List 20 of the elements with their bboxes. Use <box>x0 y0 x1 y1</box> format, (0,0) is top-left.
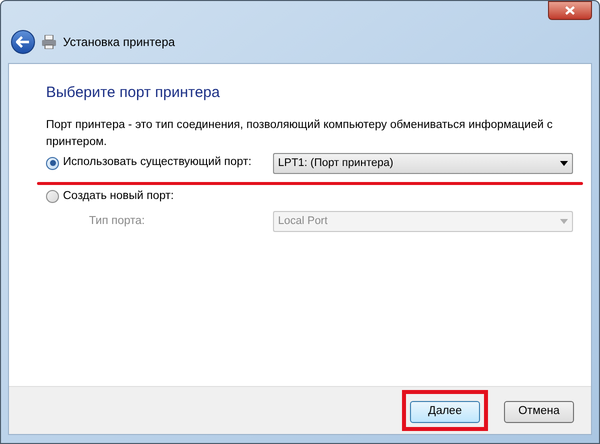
caret-icon <box>560 218 568 224</box>
radio-label[interactable]: Использовать существующий порт: <box>63 154 252 172</box>
back-button[interactable] <box>11 30 35 54</box>
window-title: Установка принтера <box>63 34 175 51</box>
page-heading: Выберите порт принтера <box>46 83 221 103</box>
back-arrow-icon <box>16 36 30 48</box>
dialog-button[interactable]: Отмена <box>504 400 574 423</box>
radio-button[interactable] <box>46 156 59 170</box>
port-dropdown[interactable]: LPT1: (Порт принтера) <box>273 152 573 174</box>
radio-button[interactable] <box>46 190 59 203</box>
radio-label[interactable]: Создать новый порт: <box>63 188 174 205</box>
dropdown-value: LPT1: (Порт принтера) <box>278 156 394 171</box>
port-type-label: Тип порта: <box>88 214 145 229</box>
description-text: Порт принтера - это тип соединения, позволяющий компьютеру обмениваться информацией с принтером. <box>46 118 554 150</box>
printer-icon <box>41 35 57 49</box>
dialog-button[interactable]: Далее <box>410 400 480 423</box>
caret-icon <box>560 160 568 166</box>
close-button[interactable] <box>548 1 592 20</box>
close-icon <box>565 6 575 15</box>
dropdown-value: Local Port <box>278 214 328 229</box>
